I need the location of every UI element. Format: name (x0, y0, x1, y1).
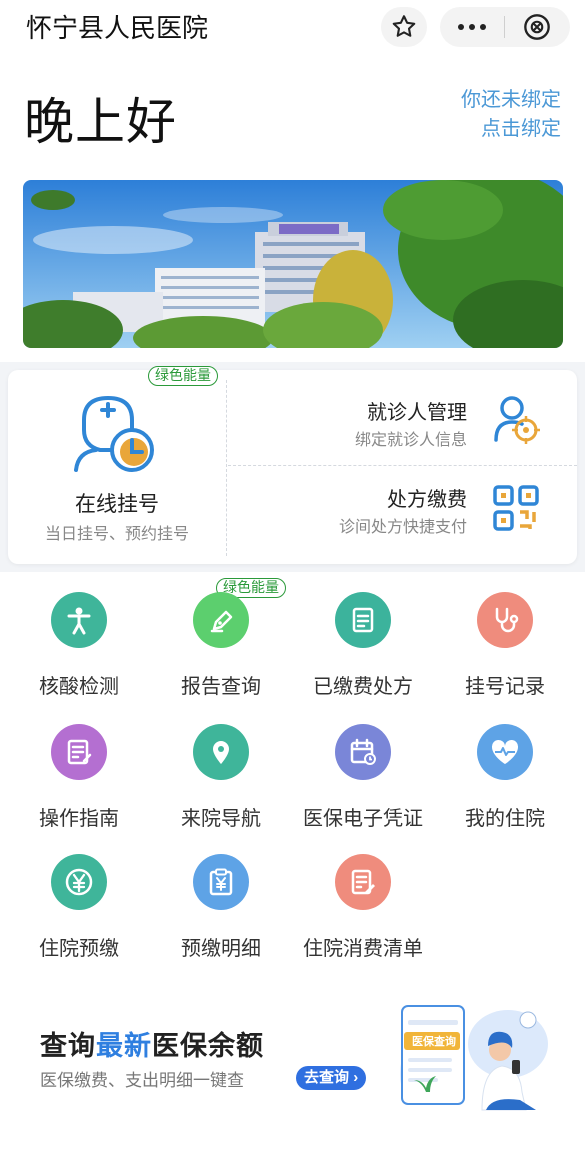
grid-item-my-hospitalization[interactable]: 我的住院 (435, 724, 575, 831)
grid-item-label: 已缴费处方 (313, 676, 413, 698)
online-registration-title: 在线挂号 (75, 493, 159, 516)
pen-icon (193, 592, 249, 648)
services-divider-vertical (226, 380, 227, 556)
grid-item-label: 来院导航 (181, 808, 261, 830)
stethoscope-icon (477, 592, 533, 648)
bind-line-1: 你还未绑定 (461, 89, 561, 111)
promo-subtitle: 医保缴费、支出明细一键查 (40, 1071, 244, 1090)
grid-item-label: 预缴明细 (181, 938, 261, 960)
grid-item-registration-records[interactable]: 挂号记录 (435, 592, 575, 699)
close-button[interactable] (505, 7, 569, 47)
grid-item-operation-guide[interactable]: 操作指南 (9, 724, 149, 831)
yen-clipboard-icon (193, 854, 249, 910)
hospital-banner[interactable] (23, 180, 563, 348)
doctor-clock-icon (74, 395, 154, 472)
close-circle-icon (524, 14, 550, 40)
promo-title-highlight: 最新 (96, 1031, 152, 1061)
grid-item-label: 我的住院 (465, 808, 545, 830)
prescription-payment-title: 处方缴费 (387, 489, 467, 511)
patient-user-icon (494, 396, 540, 444)
favorite-button[interactable] (381, 7, 427, 47)
grid-item-hospital-expense-list[interactable]: 住院消费清单 (293, 854, 433, 961)
grid-item-label: 医保电子凭证 (303, 808, 423, 830)
heart-icon (477, 724, 533, 780)
grid-item-hospital-navigation[interactable]: 来院导航 (151, 724, 291, 831)
capsule-menu (440, 7, 570, 47)
greeting-text: 晚上好 (24, 94, 177, 150)
more-button[interactable] (440, 7, 504, 47)
promo-art-label: 医保查询 (412, 1034, 456, 1048)
grid-item-label: 核酸检测 (39, 676, 119, 698)
promo-title-post: 医保余额 (152, 1031, 264, 1061)
online-registration-subtitle: 当日挂号、预约挂号 (44, 526, 189, 543)
prescription-payment-subtitle: 诊间处方快捷支付 (338, 519, 467, 536)
promo-illustration: 医保查询 (400, 1005, 548, 1111)
calendar-icon (335, 724, 391, 780)
more-icon (458, 24, 464, 30)
promo-query-label: 去查询 (304, 1069, 350, 1086)
edit-document-icon (335, 854, 391, 910)
grid-item-label: 挂号记录 (465, 676, 545, 698)
app-title: 怀宁县人民医院 (26, 13, 209, 43)
document-icon (335, 592, 391, 648)
services-divider-horizontal (228, 465, 577, 466)
hospital-banner-image (23, 180, 563, 348)
bind-line-2: 点击绑定 (481, 118, 561, 140)
guide-icon (51, 724, 107, 780)
star-icon (392, 15, 416, 37)
person-icon (51, 592, 107, 648)
grid-item-prepay-details[interactable]: 预缴明细 (151, 854, 291, 961)
grid-item-paid-prescriptions[interactable]: 已缴费处方 (293, 592, 433, 699)
grid-item-insurance-certificate[interactable]: 医保电子凭证 (293, 724, 433, 831)
chevron-right-icon: › (353, 1069, 359, 1086)
grid-item-hospital-prepay[interactable]: 住院预缴 (9, 854, 149, 961)
grid-item-label: 住院消费清单 (303, 938, 423, 960)
promo-title: 查询最新医保余额 (40, 1024, 264, 1063)
grid-item-label: 操作指南 (39, 808, 119, 830)
top-bar: 怀宁县人民医院 (0, 0, 585, 56)
patient-management-subtitle: 绑定就诊人信息 (354, 432, 467, 449)
grid-item-nucleic-test[interactable]: 核酸检测 (9, 592, 149, 699)
grid-item-report-query[interactable]: 报告查询 (151, 592, 291, 699)
qr-code-icon (493, 485, 539, 531)
bind-link[interactable]: 你还未绑定 点击绑定 (461, 86, 561, 144)
grid-item-label: 报告查询 (181, 676, 261, 698)
location-icon (193, 724, 249, 780)
promo-title-pre: 查询 (40, 1031, 96, 1061)
green-energy-badge: 绿色能量 (148, 366, 218, 386)
grid-item-label: 住院预缴 (39, 938, 119, 960)
yen-circle-icon (51, 854, 107, 910)
promo-query-button[interactable]: 去查询 › (296, 1066, 367, 1090)
patient-management-title: 就诊人管理 (367, 402, 467, 424)
